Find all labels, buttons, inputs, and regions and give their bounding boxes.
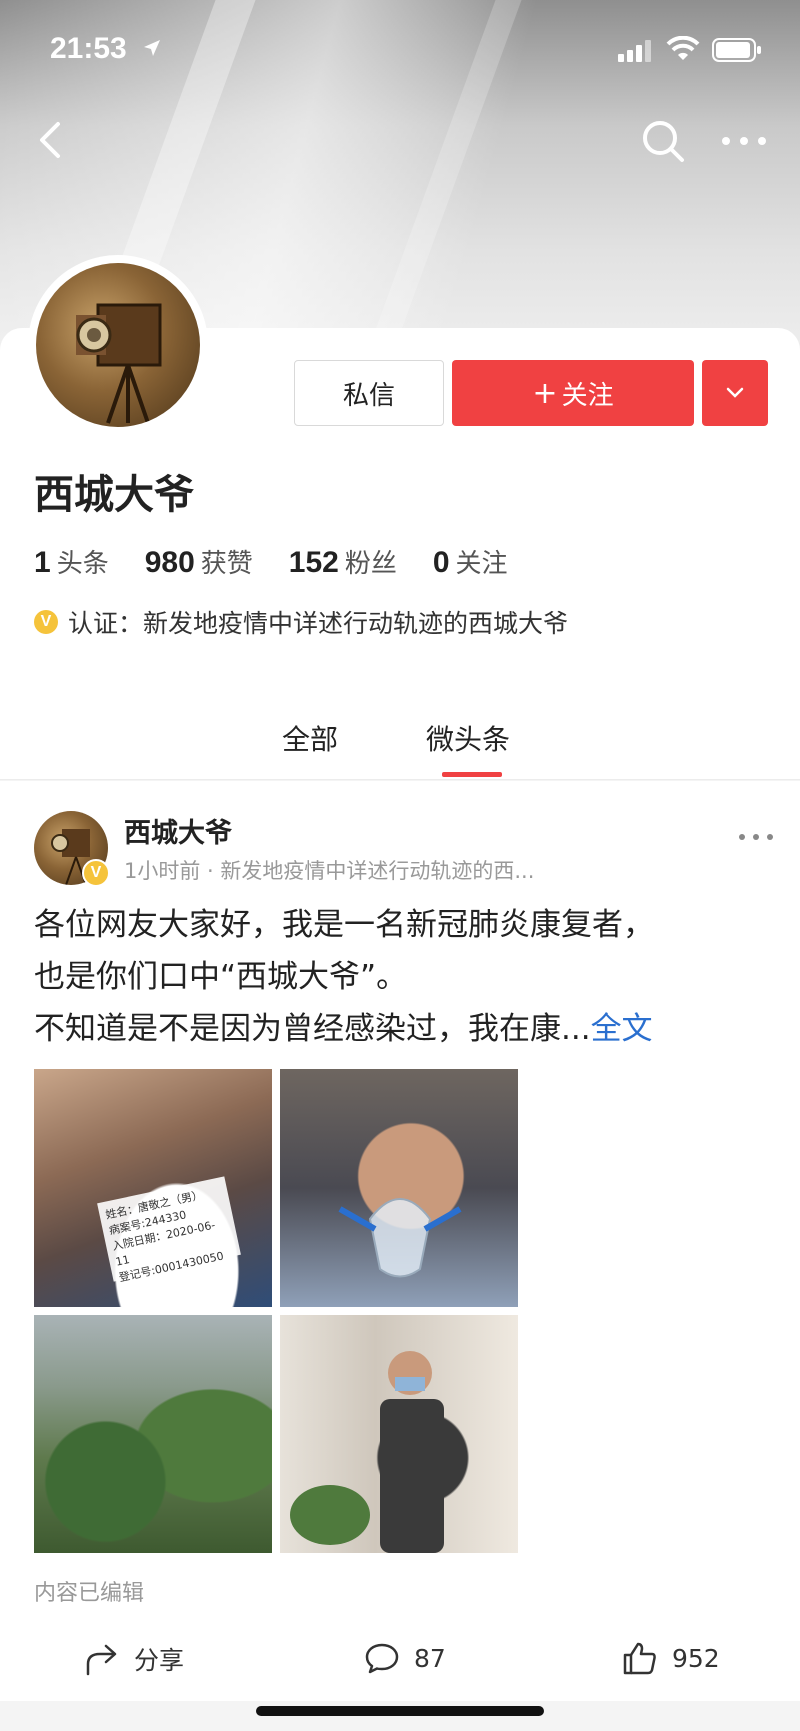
chevron-down-icon — [726, 387, 744, 398]
comment-icon — [365, 1643, 399, 1674]
edited-note: 内容已编辑 — [34, 1581, 145, 1606]
wifi-icon — [666, 36, 700, 60]
avatar[interactable] — [36, 263, 200, 427]
tab-all[interactable]: 全部 — [282, 718, 338, 758]
post-body[interactable]: 各位网友大家好，我是一名新冠肺炎康复者， 也是你们口中“西城大爷”。 不知道是不… — [34, 899, 774, 1055]
content-tabs: 全部 微头条 — [0, 698, 800, 780]
stat-following[interactable]: 0 关注 — [433, 543, 508, 580]
profile-name: 西城大爷 — [34, 472, 194, 518]
follow-button[interactable]: + 关注 — [452, 360, 694, 426]
follow-button-label: 关注 — [561, 380, 614, 411]
stat-label: 头条 — [56, 549, 109, 579]
more-recommendations-button[interactable] — [702, 360, 768, 426]
comment-count: 87 — [414, 1643, 446, 1673]
verification-info: V 认证：新发地疫情中详述行动轨迹的西城大爷 — [34, 604, 568, 640]
oxygen-mask-illustration — [338, 1198, 462, 1278]
more-options-icon[interactable] — [720, 126, 768, 156]
private-message-button[interactable]: 私信 — [294, 360, 444, 426]
stat-label: 粉丝 — [344, 549, 397, 579]
tab-weitoutiao[interactable]: 微头条 — [426, 718, 510, 758]
full-text-link[interactable]: 全文 — [591, 1011, 653, 1047]
post-photo-oxygen-mask[interactable] — [280, 1069, 518, 1307]
thumbs-up-icon — [623, 1642, 656, 1675]
share-label: 分享 — [134, 1646, 185, 1675]
wristband-label: 姓名：唐敬之（男） 病案号:244330 入院日期：2020-06-11 登记号… — [97, 1176, 241, 1284]
stat-likes[interactable]: 980 获赞 — [145, 543, 253, 580]
share-button[interactable]: 分享 — [84, 1641, 184, 1677]
verified-badge-icon: V — [82, 859, 110, 887]
comment-button[interactable]: 87 — [364, 1641, 446, 1675]
post-photo-hallway[interactable] — [280, 1315, 518, 1553]
plus-icon: + — [532, 375, 558, 411]
stat-value: 1 — [34, 546, 51, 579]
stat-followers[interactable]: 152 粉丝 — [289, 543, 397, 580]
status-bar: 21:53 — [0, 0, 800, 100]
stat-label: 关注 — [455, 549, 508, 579]
home-indicator[interactable] — [256, 1706, 544, 1716]
active-tab-indicator — [442, 772, 502, 777]
post-text-line: 也是你们口中“西城大爷”。 — [34, 959, 408, 995]
post-author-name[interactable]: 西城大爷 — [124, 811, 232, 850]
camera-illustration — [76, 303, 162, 424]
profile-stats: 1 头条 980 获赞 152 粉丝 0 关注 — [34, 543, 544, 580]
post-text-line: 各位网友大家好，我是一名新冠肺炎康复者， — [34, 907, 654, 943]
stat-value: 152 — [288, 546, 339, 579]
post-meta: 1小时前 · 新发地疫情中详述行动轨迹的西... — [124, 859, 535, 883]
location-arrow-icon — [144, 40, 160, 56]
search-icon[interactable] — [640, 118, 686, 164]
post-text-line: 不知道是不是因为曾经感染过，我在康... — [34, 1011, 591, 1047]
battery-icon — [712, 38, 761, 62]
cellular-signal-icon — [618, 40, 651, 62]
status-time: 21:53 — [50, 32, 127, 65]
share-icon — [86, 1644, 117, 1676]
stat-value: 980 — [144, 546, 195, 579]
verification-text: 认证：新发地疫情中详述行动轨迹的西城大爷 — [68, 609, 569, 638]
post-card: V 西城大爷 1小时前 · 新发地疫情中详述行动轨迹的西... 各位网友大家好，… — [0, 781, 800, 1701]
post-actions: 分享 87 952 — [0, 1631, 800, 1701]
back-icon[interactable] — [30, 118, 74, 162]
like-button[interactable]: 952 — [622, 1641, 720, 1675]
post-photo-wristband[interactable]: 姓名：唐敬之（男） 病案号:244330 入院日期：2020-06-11 登记号… — [34, 1069, 272, 1307]
stat-value: 0 — [432, 546, 450, 579]
post-photo-courtyard[interactable] — [34, 1315, 272, 1553]
stat-label: 获赞 — [200, 549, 253, 579]
person-illustration — [290, 1351, 444, 1553]
post-text-line-last: 不知道是不是因为曾经感染过，我在康...全文 — [34, 1003, 774, 1055]
verified-badge-icon: V — [34, 610, 58, 634]
like-count: 952 — [672, 1643, 720, 1673]
post-more-icon[interactable] — [736, 829, 776, 845]
stat-articles[interactable]: 1 头条 — [34, 543, 109, 580]
